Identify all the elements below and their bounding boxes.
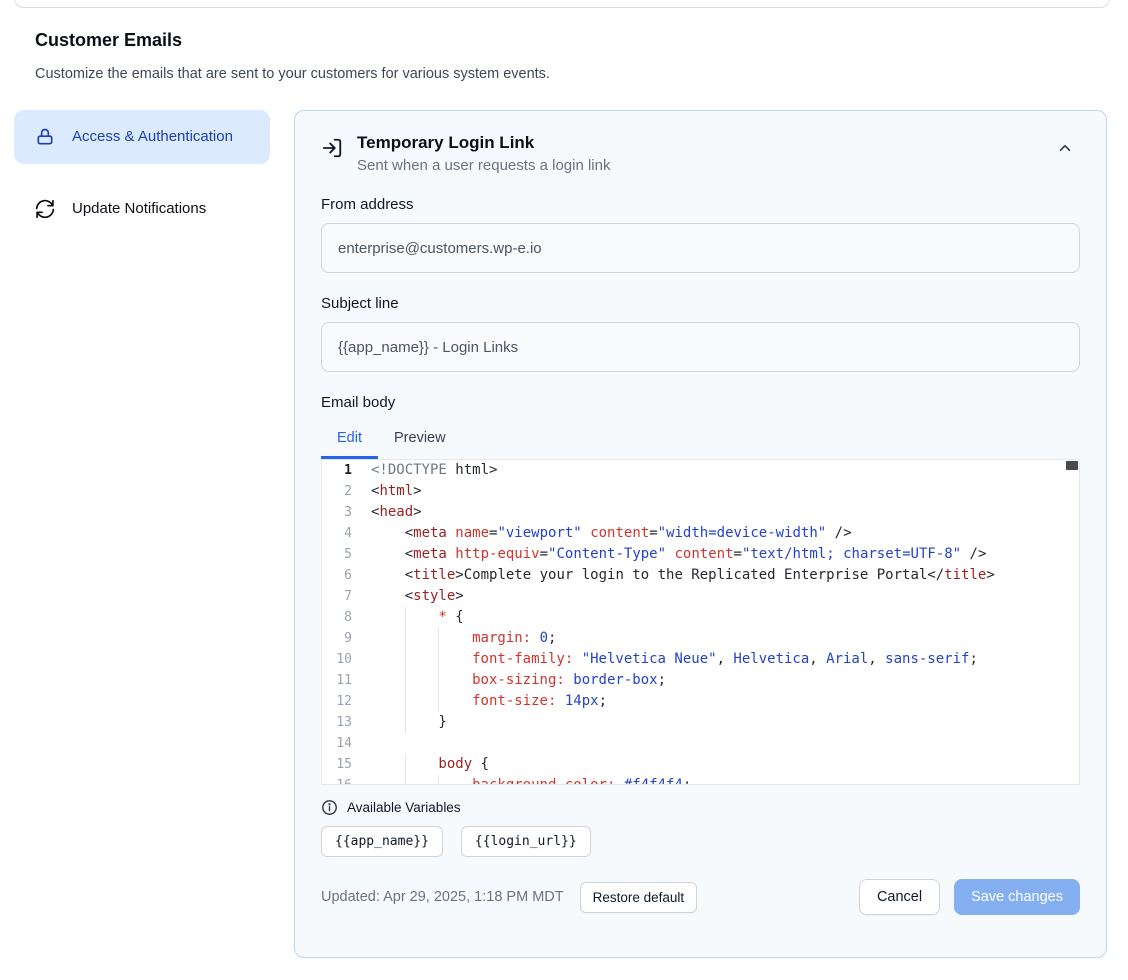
panel-header-text: Temporary Login Link Sent when a user re…	[357, 133, 610, 174]
page-title: Customer Emails	[35, 30, 182, 51]
cancel-button[interactable]: Cancel	[859, 879, 940, 915]
code-line: 13}	[322, 712, 1079, 733]
code-line: 8* {	[322, 607, 1079, 628]
subject-line-label: Subject line	[321, 295, 1080, 312]
editor-scrollbar-thumb[interactable]	[1066, 461, 1078, 470]
code-line: 6<title>Complete your login to the Repli…	[322, 565, 1079, 586]
code-line: 7<style>	[322, 586, 1079, 607]
code-line: 9margin: 0;	[322, 628, 1079, 649]
panel-subtitle: Sent when a user requests a login link	[357, 157, 610, 174]
panel-title: Temporary Login Link	[357, 133, 610, 153]
tab-preview[interactable]: Preview	[378, 419, 462, 459]
previous-card-edge	[14, 0, 1110, 8]
variable-chip-login-url[interactable]: {{login_url}}	[461, 826, 591, 857]
lock-icon	[34, 126, 56, 148]
info-icon	[321, 799, 338, 816]
save-changes-button[interactable]: Save changes	[954, 879, 1080, 915]
code-editor[interactable]: 1<!DOCTYPE html>2<html>3<head>4<meta nam…	[321, 459, 1080, 785]
available-variables-label: Available Variables	[347, 800, 461, 815]
tab-edit[interactable]: Edit	[321, 419, 378, 459]
email-settings-panel: Temporary Login Link Sent when a user re…	[294, 110, 1107, 958]
refresh-icon	[34, 198, 56, 220]
code-line: 10font-family: "Helvetica Neue", Helveti…	[322, 649, 1079, 670]
sidebar-item-label: Access & Authentication	[72, 125, 233, 149]
code-line: 3<head>	[322, 502, 1079, 523]
email-body-label: Email body	[321, 394, 1080, 411]
code-line: 4<meta name="viewport" content="width=de…	[322, 523, 1079, 544]
variable-chips: {{app_name}} {{login_url}}	[321, 826, 1080, 857]
code-line: 16background-color: #f4f4f4;	[322, 775, 1079, 785]
variable-chip-app-name[interactable]: {{app_name}}	[321, 826, 443, 857]
sidebar-item-access-authentication[interactable]: Access & Authentication	[14, 110, 270, 164]
collapse-button[interactable]	[1050, 133, 1080, 166]
updated-timestamp: Updated: Apr 29, 2025, 1:18 PM MDT	[321, 889, 564, 905]
customer-emails-page: Customer Emails Customize the emails tha…	[0, 0, 1128, 980]
sidebar-item-update-notifications[interactable]: Update Notifications	[14, 182, 270, 236]
page-subtitle: Customize the emails that are sent to yo…	[35, 66, 550, 82]
code-line: 2<html>	[322, 481, 1079, 502]
email-body-tabs: Edit Preview	[321, 419, 1080, 459]
restore-default-button[interactable]: Restore default	[580, 882, 698, 913]
code-line: 1<!DOCTYPE html>	[322, 460, 1079, 481]
code-line: 12font-size: 14px;	[322, 691, 1079, 712]
from-address-label: From address	[321, 196, 1080, 213]
code-line: 5<meta http-equiv="Content-Type" content…	[322, 544, 1079, 565]
chevron-up-icon	[1056, 145, 1074, 160]
code-line: 11box-sizing: border-box;	[322, 670, 1079, 691]
code-line: 15body {	[322, 754, 1079, 775]
code-line: 14	[322, 733, 1079, 754]
subject-line-input[interactable]	[321, 322, 1080, 372]
code-lines: 1<!DOCTYPE html>2<html>3<head>4<meta nam…	[322, 460, 1079, 785]
available-variables-row: Available Variables	[321, 799, 1080, 816]
panel-header: Temporary Login Link Sent when a user re…	[321, 133, 1080, 174]
sidebar-item-label: Update Notifications	[72, 197, 206, 221]
login-icon	[321, 137, 343, 164]
panel-footer: Updated: Apr 29, 2025, 1:18 PM MDT Resto…	[321, 879, 1080, 915]
sidebar: Access & Authentication Update Notificat…	[14, 110, 270, 236]
from-address-input[interactable]	[321, 223, 1080, 273]
